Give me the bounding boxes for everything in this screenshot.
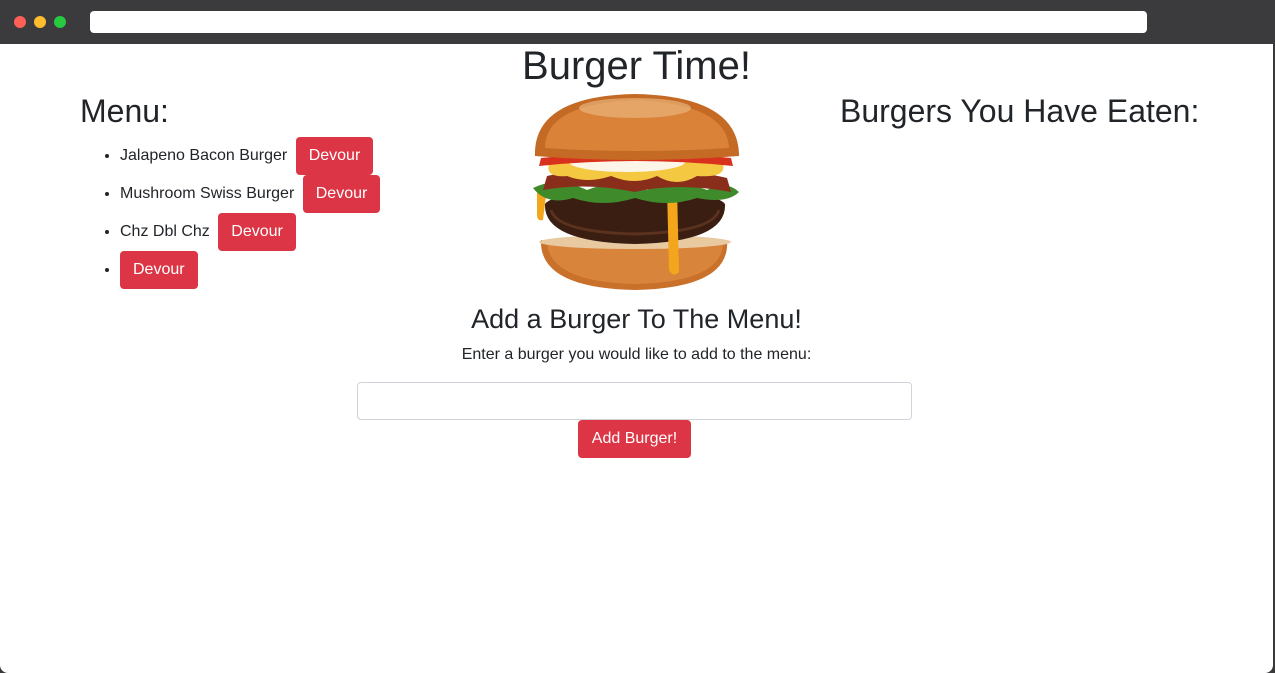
list-item: Chz Dbl Chz Devour	[120, 212, 380, 251]
devour-button[interactable]: Devour	[120, 251, 198, 289]
minimize-window-icon[interactable]	[34, 16, 46, 28]
page-title: Burger Time!	[522, 44, 751, 88]
list-item: Mushroom Swiss Burger Devour	[120, 174, 381, 213]
burger-name: Chz Dbl Chz	[120, 223, 210, 240]
burger-name: Jalapeno Bacon Burger	[120, 147, 288, 164]
close-window-icon[interactable]	[14, 16, 26, 28]
burger-name-input[interactable]	[357, 382, 912, 420]
burger-image	[533, 94, 739, 290]
maximize-window-icon[interactable]	[54, 16, 66, 28]
add-burger-button[interactable]: Add Burger!	[578, 420, 691, 458]
menu-heading: Menu:	[80, 93, 169, 129]
page-viewport: Burger Time! Menu: Jalapeno Bacon Burger…	[0, 44, 1273, 673]
add-burger-heading: Add a Burger To The Menu!	[471, 304, 802, 334]
add-burger-label: Enter a burger you would like to add to …	[461, 346, 812, 363]
browser-titlebar	[0, 0, 1275, 44]
list-item: Jalapeno Bacon Burger Devour	[120, 136, 380, 175]
devour-button[interactable]: Devour	[295, 137, 374, 175]
menu-list: Jalapeno Bacon Burger Devour Mushroom Sw…	[80, 136, 381, 289]
eaten-heading: Burgers You Have Eaten:	[840, 93, 1200, 129]
devour-button[interactable]: Devour	[302, 175, 381, 213]
devour-button[interactable]: Devour	[218, 213, 296, 251]
browser-window: Burger Time! Menu: Jalapeno Bacon Burger…	[0, 0, 1275, 673]
list-item: Devour	[120, 250, 380, 289]
address-bar[interactable]	[90, 11, 1147, 33]
burger-name: Mushroom Swiss Burger	[120, 185, 295, 202]
